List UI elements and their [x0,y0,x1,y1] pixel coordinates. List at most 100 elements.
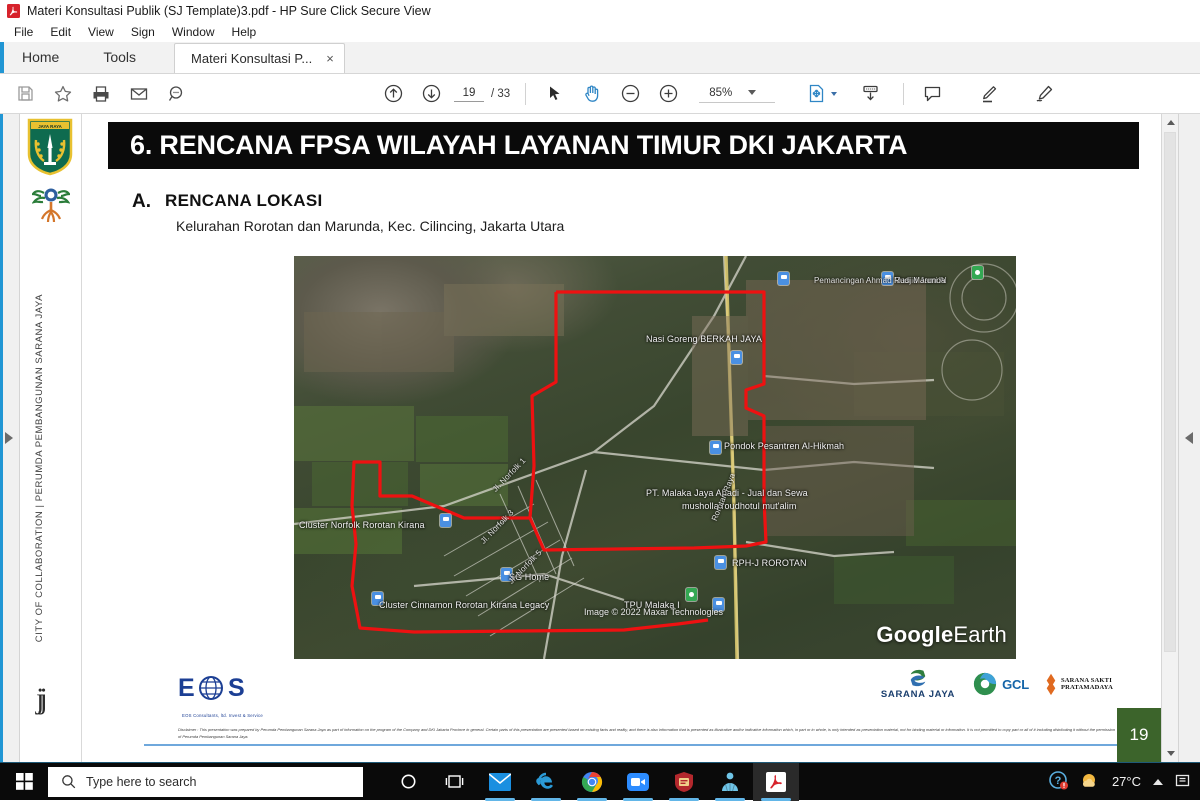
help-circle-icon[interactable]: ? [1049,771,1068,793]
highlight-button[interactable] [969,75,1007,113]
pdf-page: JAYA RAYA [20,114,1161,762]
taskbar-app-red[interactable] [661,763,707,801]
map-poi-label: RPH-J ROROTAN [732,558,807,568]
map-vector-overlay [294,256,1016,659]
thumbnail-panel-rail [0,114,20,762]
map-poi-marker[interactable] [778,272,789,285]
next-page-button[interactable] [412,75,450,113]
map-poi-marker[interactable] [972,266,983,279]
gcl-wordmark: GCL [1002,677,1029,692]
section-letter: A. [132,192,151,211]
hand-tool-button[interactable] [573,75,611,113]
task-view-button[interactable] [431,763,477,801]
search-input[interactable]: Type here to search [48,767,363,797]
accent-stripe [0,42,4,73]
search-icon [61,774,76,789]
tray-overflow-icon[interactable] [1175,773,1190,791]
pdf-page-viewport[interactable]: JAYA RAYA [20,114,1161,762]
zoom-level-value: 85% [709,87,732,99]
taskbar-app-adobe-reader[interactable] [753,763,799,801]
sidebar-vertical-caption: CITY OF COLLABORATION | PERUMDA PEMBANGU… [34,294,64,642]
app-running-indicator [577,798,607,801]
zoom-level-selector[interactable]: 85% [699,85,775,103]
map-poi-label: Cluster Cinnamon Rorotan Kirana Legacy [379,600,549,610]
email-button[interactable] [120,75,158,113]
jj-monogram: jj [36,684,43,714]
app-running-indicator [715,798,745,801]
toolbar-divider [525,83,526,105]
tab-document[interactable]: Materi Konsultasi P... × [174,43,345,73]
fit-page-button[interactable] [797,75,835,113]
eos-logo-caption: EOS Consultants, ltd. Invest & Service [182,713,263,718]
tab-document-label: Materi Konsultasi P... [191,51,312,66]
tab-strip: Home Tools Materi Konsultasi P... × [0,42,1200,74]
windows-taskbar: Type here to search [0,762,1200,800]
map-poi-marker[interactable] [715,556,726,569]
taskbar-app-google-chrome[interactable] [569,763,615,801]
scroll-down-icon[interactable] [1162,745,1179,762]
section-title: RENCANA LOKASI [165,192,323,210]
chevron-down-icon[interactable] [748,90,756,95]
document-workspace: JAYA RAYA [0,114,1200,762]
previous-page-button[interactable] [374,75,412,113]
zoom-in-button[interactable] [649,75,687,113]
menu-item-sign[interactable]: Sign [123,24,164,41]
zoom-out-button[interactable] [611,75,649,113]
menu-item-help[interactable]: Help [224,24,266,41]
slide-bottom-rule [144,744,1161,746]
close-icon[interactable]: × [326,52,334,65]
print-button[interactable] [82,75,120,113]
menu-item-edit[interactable]: Edit [42,24,80,41]
satellite-map-figure: Nasi Goreng BERKAH JAYAMasjid Jami AlPem… [294,256,1016,659]
fit-page-chevron-icon[interactable] [831,92,837,96]
fill-and-sign-button[interactable] [1025,75,1063,113]
menu-item-view[interactable]: View [80,24,123,41]
map-poi-marker[interactable] [731,351,742,364]
taskbar-app-mail[interactable] [477,763,523,801]
weather-temperature[interactable]: 27°C [1112,774,1141,789]
scroll-mode-button[interactable] [851,75,889,113]
svg-text:JAYA RAYA: JAYA RAYA [38,124,62,129]
satellite-imagery: Nasi Goreng BERKAH JAYAMasjid Jami AlPem… [294,256,1016,659]
page-number-input[interactable] [454,86,484,102]
scrollbar-thumb[interactable] [1164,132,1176,652]
map-poi-marker[interactable] [440,514,451,527]
taskbar-app-teams[interactable] [707,763,753,801]
search-icon[interactable] [158,75,196,113]
start-button[interactable] [0,763,48,801]
slide-sidebar: JAYA RAYA [20,114,82,762]
scroll-up-icon[interactable] [1162,114,1179,131]
search-placeholder: Type here to search [86,775,196,789]
tab-home[interactable]: Home [0,41,81,73]
app-running-indicator [531,798,561,801]
expand-panel-icon[interactable] [5,432,13,444]
map-poi-marker[interactable] [686,588,697,601]
map-poi-label: Pemancingan Ahmad Rudi Marunda [814,276,946,285]
google-wordmark: Google [876,622,953,647]
ssp-line-2: PRATAMADAYA [1061,684,1113,691]
collapse-panel-icon[interactable] [1185,432,1193,444]
show-hidden-icons-chevron[interactable] [1153,779,1163,785]
svg-text:S: S [228,674,245,702]
select-tool-button[interactable] [535,75,573,113]
slide-main-area: 6. RENCANA FPSA WILAYAH LAYANAN TIMUR DK… [82,114,1161,762]
window-title-bar: Materi Konsultasi Publik (SJ Template)3.… [0,0,1200,22]
sarana-jaya-tree-icon [32,182,70,224]
favorite-star-button[interactable] [44,75,82,113]
vertical-scrollbar[interactable] [1161,114,1178,762]
earth-wordmark: Earth [953,622,1007,647]
cortana-button[interactable] [385,763,431,801]
menu-item-file[interactable]: File [6,24,42,41]
sun-cloud-icon[interactable] [1080,771,1100,792]
app-running-indicator [485,798,515,801]
taskbar-app-internet-explorer[interactable] [523,763,569,801]
save-button[interactable] [6,75,44,113]
menu-item-window[interactable]: Window [164,24,224,41]
adobe-acrobat-icon [7,4,20,18]
comment-button[interactable] [913,75,951,113]
sarana-sakti-wordmark: SARANA SAKTI PRATAMADAYA [1061,677,1113,692]
tab-tools[interactable]: Tools [81,41,158,73]
eos-consultants-logo: E S [178,673,256,706]
map-poi-marker[interactable] [710,441,721,454]
taskbar-app-zoom[interactable] [615,763,661,801]
